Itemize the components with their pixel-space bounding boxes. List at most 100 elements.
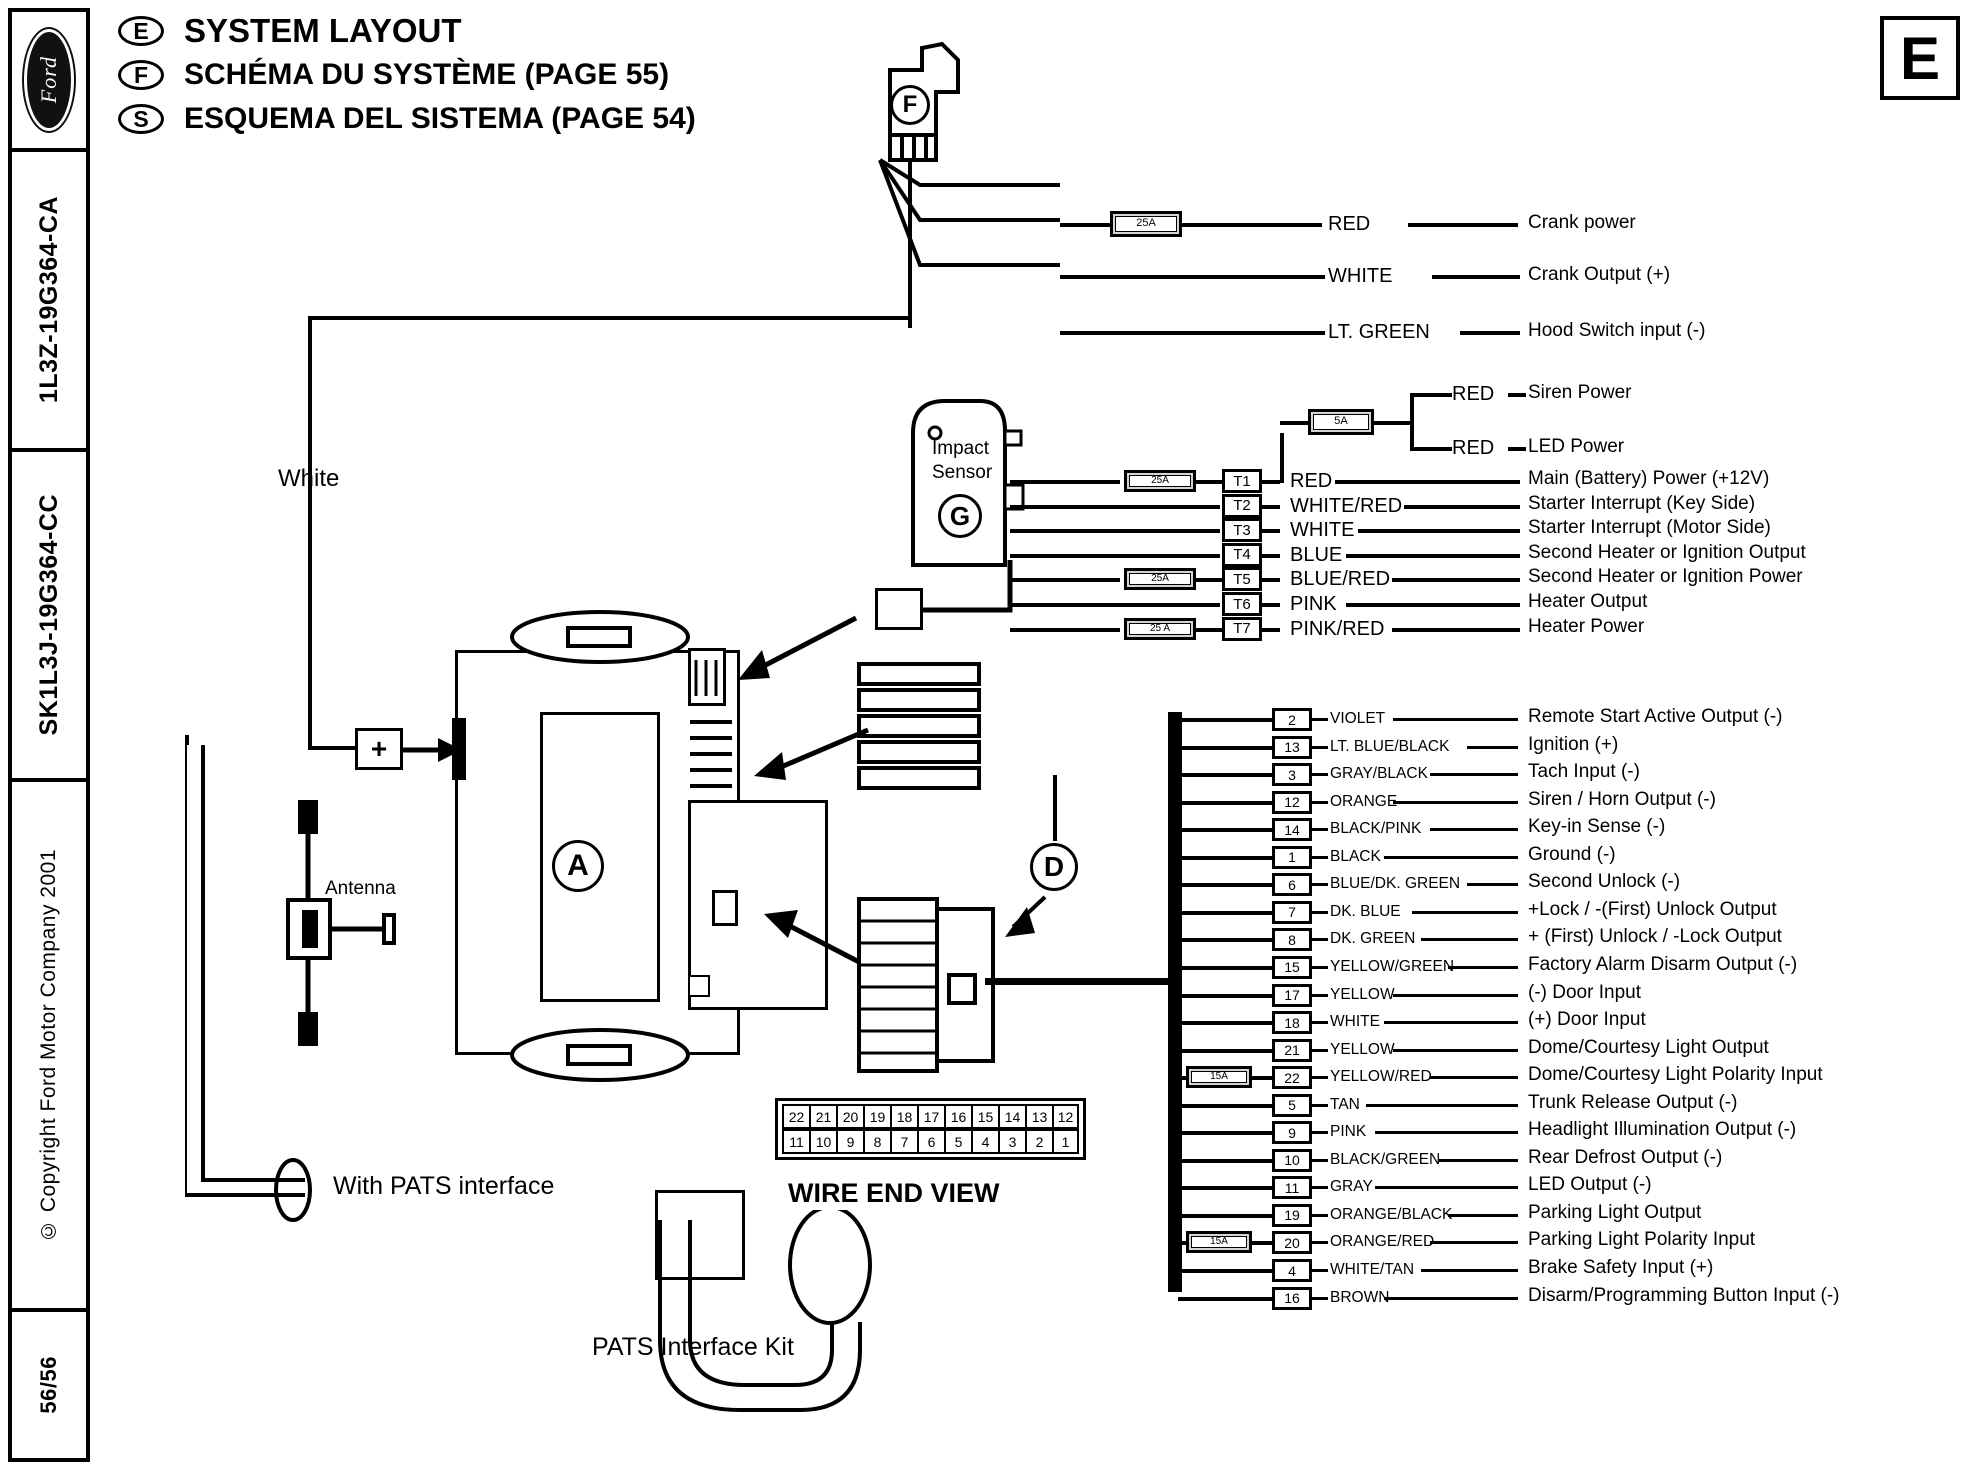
wire-end-view-bottom-cell: 2 [1025,1129,1052,1154]
wire-seg [1410,447,1452,451]
wire-desc-pin4: Brake Safety Input (+) [1528,1257,1714,1278]
wire-desc-t3: Starter Interrupt (Motor Side) [1528,517,1771,539]
spine-logo-cell: Ford [12,12,86,152]
pin-20: 20 [1272,1231,1312,1255]
wire-seg [1312,883,1328,887]
wire-seg [1312,1186,1328,1190]
wire-seg [1280,433,1284,483]
wire-color-t1: RED [1290,470,1333,492]
wire-end-view-top-cell: 19 [863,1104,890,1129]
wire-seg [1262,627,1280,632]
pin-15: 15 [1272,955,1312,979]
wire-end-view-label: WIRE END VIEW [788,1178,1000,1208]
wire-desc-crank-output: Crank Output (+) [1528,264,1671,285]
wire-seg [1392,627,1520,632]
callout-g: G [938,494,982,538]
wire-seg [1393,800,1518,804]
wire-desc-pin7: +Lock / -(First) Unlock Output [1528,898,1777,920]
wire-desc-pin13: Ignition (+) [1528,733,1619,755]
wire-seg [1178,1021,1272,1026]
wire-seg [1178,993,1272,998]
pin-12: 12 [1272,790,1312,814]
wire-color-pin7: DK. BLUE [1330,902,1401,920]
wire-seg [1178,965,1272,970]
pin-13: 13 [1272,735,1312,759]
wire-end-view-bottom-cell: 5 [944,1129,971,1154]
wire-seg [1196,578,1222,583]
wire-desc-pin5: Trunk Release Output (-) [1528,1091,1738,1113]
title-fr: SCHÉMA DU SYSTÈME (PAGE 55) [184,58,670,91]
header-row-fr: F SCHÉMA DU SYSTÈME (PAGE 55) [118,58,669,92]
wire-seg [1312,965,1328,969]
wire-seg [1312,1269,1328,1272]
wire-seg [1178,800,1272,805]
wire-seg [1312,773,1328,777]
wire-seg [1178,718,1272,722]
wire-desc-pin8: + (First) Unlock / -Lock Output [1528,926,1782,948]
wire-seg [1439,1158,1518,1162]
wire-seg [1010,480,1120,484]
wire-seg [1178,1076,1186,1081]
pats-kit-loop [658,1210,872,1412]
wire-color-pin11: GRAY [1330,1178,1373,1196]
wire-seg [1432,275,1520,279]
pin-21: 21 [1272,1038,1312,1062]
corner-page-badge: E [1880,16,1960,100]
ford-logo: Ford [24,29,74,131]
fuse-25a-t7: 25 A [1124,617,1196,640]
wire-seg [1448,965,1518,969]
wire-seg [1312,718,1328,721]
pin-9: 9 [1272,1121,1312,1145]
wire-desc-pin20: Parking Light Polarity Input [1528,1229,1756,1251]
wire-seg [1312,910,1328,914]
wire-seg [1420,1269,1518,1272]
wire-seg [1384,855,1518,859]
wire-seg [1357,529,1520,534]
wire-seg [1262,529,1280,534]
wire-seg [1312,855,1328,859]
wire-end-view-bottom-cell: 1 [1052,1129,1079,1154]
wire-desc-t5: Second Heater or Ignition Power [1528,566,1803,588]
wire-seg [1178,1241,1186,1246]
pin-7: 7 [1272,900,1312,924]
wire-seg [1346,603,1520,607]
wire-seg [1393,993,1518,997]
wire-end-view-bottom-cell: 7 [890,1129,917,1154]
wire-seg [1060,331,1325,335]
wire-seg [1060,275,1325,279]
wire-seg [1508,393,1526,397]
wire-color-hood-switch: LT. GREEN [1328,321,1430,343]
with-pats-label: With PATS interface [333,1172,555,1200]
wire-seg [1312,1103,1328,1107]
terminal-t6: T6 [1222,592,1262,616]
fuse-15a-pin20: 15A [1186,1231,1252,1254]
wire-color-pin18: WHITE [1330,1013,1380,1031]
wire-seg [1262,553,1280,558]
wiring-diagram-page: Ford 1L3Z-19G364-CA SK1L3J-19G364-CC © C… [0,0,1980,1470]
wire-color-t4: BLUE [1290,543,1343,566]
badge-e: E [118,16,164,46]
fuse-25a-t1: 25A [1124,470,1196,492]
wire-seg [1178,773,1272,778]
wire-desc-t7: Heater Power [1528,615,1645,637]
wire-color-t6: PINK [1290,593,1337,615]
wire-end-view-top-cell: 16 [944,1104,971,1129]
wire-seg [1178,938,1272,943]
wire-seg [1178,855,1272,860]
impact-sensor [905,393,1025,578]
wire-seg [1178,1048,1272,1053]
pin-22: 22 [1272,1066,1312,1090]
ford-logo-text: Ford [36,56,61,104]
terminal-t1: T1 [1222,469,1262,493]
wire-desc-led-power: LED Power [1528,436,1625,457]
wire-color-pin10: BLACK/GREEN [1330,1150,1441,1168]
wire-desc-t1: Main (Battery) Power (+12V) [1528,468,1770,489]
wire-seg [1312,745,1328,749]
white-wire-label: White [278,465,340,492]
wire-seg [1262,480,1280,484]
arrow-to-module-top [738,615,858,680]
wire-seg [1312,800,1328,804]
wire-seg [1374,1131,1518,1135]
wire-end-view-bottom-row: 11 10 9 8 7 6 5 4 3 2 1 [782,1129,1079,1154]
pin-8: 8 [1272,928,1312,952]
